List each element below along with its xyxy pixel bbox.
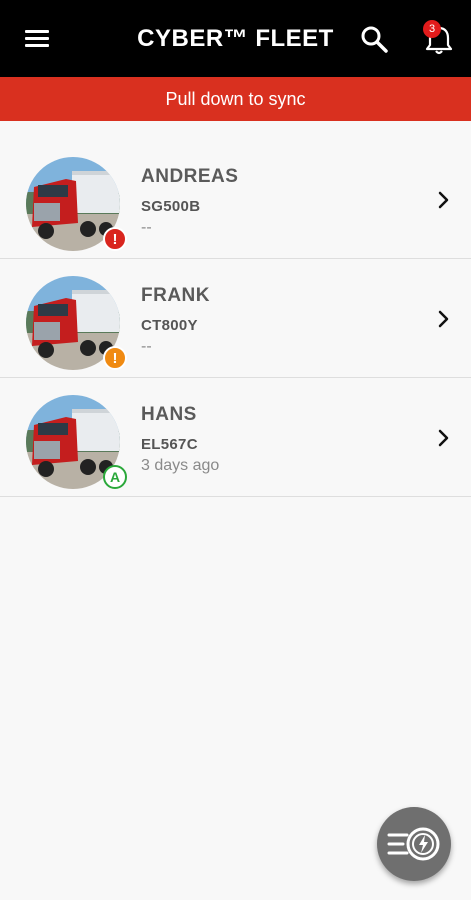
status-alert-icon: ! xyxy=(103,227,127,251)
status-warning-icon: ! xyxy=(103,346,127,370)
driver-name: ANDREAS xyxy=(141,166,239,187)
plate-number: CT800Y xyxy=(141,317,198,334)
notification-count-badge: 3 xyxy=(423,20,441,38)
plate-number: EL567C xyxy=(141,436,198,453)
last-seen: -- xyxy=(141,338,152,355)
chevron-right-icon xyxy=(436,309,452,329)
app-screen: CYBER™ FLEET 3 Pull down to sync ! ANDRE… xyxy=(0,0,471,900)
app-title: CYBER™ FLEET xyxy=(137,25,334,52)
top-app-bar: CYBER™ FLEET 3 xyxy=(0,0,471,77)
vehicle-row-andreas[interactable]: ! ANDREAS SG500B -- xyxy=(0,140,471,259)
sync-banner[interactable]: Pull down to sync xyxy=(0,77,471,121)
chevron-right-icon xyxy=(436,428,452,448)
status-ok-icon: A xyxy=(103,465,127,489)
chevron-right-icon xyxy=(436,190,452,210)
vehicle-list: ! ANDREAS SG500B -- ! FRANK CT800Y -- A … xyxy=(0,140,471,497)
vehicle-row-frank[interactable]: ! FRANK CT800Y -- xyxy=(0,259,471,378)
plate-number: SG500B xyxy=(141,198,201,215)
driver-name: FRANK xyxy=(141,285,210,306)
last-seen: -- xyxy=(141,219,152,236)
driver-name: HANS xyxy=(141,404,197,425)
vehicle-row-hans[interactable]: A HANS EL567C 3 days ago xyxy=(0,378,471,497)
speed-menu-fab-button[interactable] xyxy=(377,807,451,881)
search-icon[interactable] xyxy=(359,24,389,54)
last-seen: 3 days ago xyxy=(141,457,220,474)
speed-menu-icon xyxy=(387,827,440,861)
